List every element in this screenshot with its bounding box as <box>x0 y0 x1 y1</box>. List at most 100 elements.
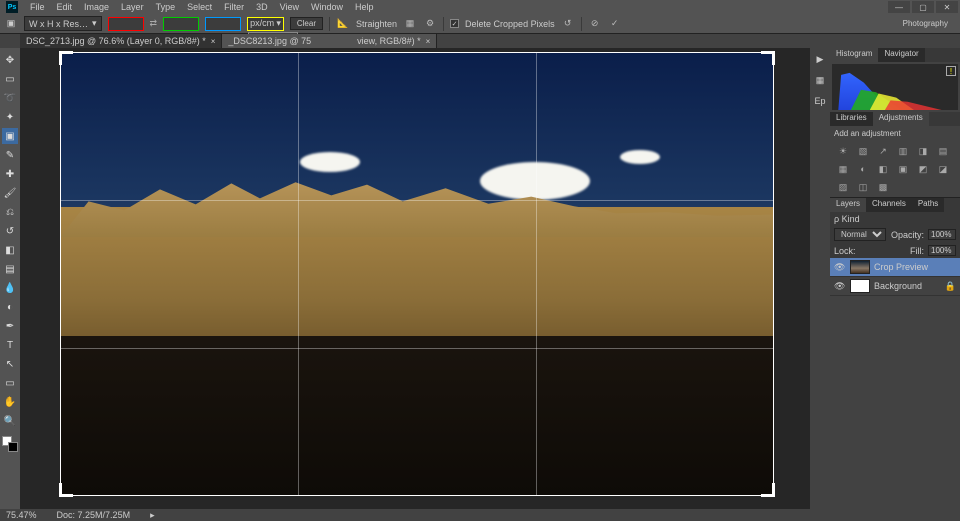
menu-filter[interactable]: Filter <box>224 2 244 12</box>
magic-wand-tool[interactable]: ✦ <box>2 109 18 125</box>
document-tab-1[interactable]: DSC_2713.jpg @ 76.6% (Layer 0, RGB/8#) *… <box>20 34 222 48</box>
adj-exposure-icon[interactable]: ▥ <box>896 145 910 157</box>
adj-posterize-icon[interactable]: ▨ <box>836 181 850 193</box>
fill-input[interactable] <box>928 245 956 256</box>
type-tool[interactable]: T <box>2 337 18 353</box>
layer-name[interactable]: Background <box>874 281 922 291</box>
histogram-warning-icon[interactable]: ! <box>946 66 956 76</box>
tab-channels[interactable]: Channels <box>866 198 912 212</box>
crop-width-input[interactable] <box>109 18 143 30</box>
straighten-label[interactable]: Straighten <box>356 19 397 29</box>
swap-dimensions-icon[interactable]: ⇄ <box>150 18 158 29</box>
healing-brush-tool[interactable]: ✚ <box>2 166 18 182</box>
hand-tool[interactable]: ✋ <box>2 394 18 410</box>
export-icon[interactable]: Ep <box>814 96 825 106</box>
tab-close-icon[interactable]: × <box>426 37 431 46</box>
document-size[interactable]: Doc: 7.25M/7.25M <box>57 510 131 520</box>
adj-bw-icon[interactable]: ◐ <box>856 163 870 175</box>
menu-layer[interactable]: Layer <box>121 2 144 12</box>
menu-3d[interactable]: 3D <box>256 2 268 12</box>
crop-handle-tr[interactable] <box>761 51 775 65</box>
tab-histogram[interactable]: Histogram <box>830 48 878 62</box>
eraser-tool[interactable]: ◧ <box>2 242 18 258</box>
brush-tool[interactable]: 🖌 <box>2 185 18 201</box>
tab-navigator[interactable]: Navigator <box>878 48 924 62</box>
adj-hue-icon[interactable]: ▤ <box>936 145 950 157</box>
layer-thumbnail[interactable] <box>850 279 870 293</box>
path-selection-tool[interactable]: ↖ <box>2 356 18 372</box>
tab-layers[interactable]: Layers <box>830 198 866 212</box>
window-minimize[interactable]: — <box>888 1 910 13</box>
visibility-icon[interactable]: 👁 <box>834 281 846 292</box>
adj-curves-icon[interactable]: ↗ <box>876 145 890 157</box>
eyedropper-tool[interactable]: ✎ <box>2 147 18 163</box>
crop-handle-br[interactable] <box>761 483 775 497</box>
zoom-level[interactable]: 75.47% <box>6 510 37 520</box>
window-maximize[interactable]: ▢ <box>912 1 934 13</box>
document-tab-2[interactable]: _DSC8213.jpg @ 75view, RGB/8#) *× <box>222 34 437 48</box>
layer-row-background[interactable]: 👁 Background 🔒 <box>830 277 960 296</box>
lasso-tool[interactable]: ➰ <box>2 90 18 106</box>
tab-paths[interactable]: Paths <box>912 198 944 212</box>
delete-cropped-checkbox[interactable]: ✓ <box>450 19 459 28</box>
crop-overlay[interactable] <box>60 52 774 496</box>
layer-row-crop-preview[interactable]: 👁 Crop Preview <box>830 258 960 277</box>
adj-invert-icon[interactable]: ◪ <box>936 163 950 175</box>
crop-handle-tl[interactable] <box>59 51 73 65</box>
actions-icon[interactable]: ▶ <box>817 54 824 65</box>
crop-preset-dropdown[interactable]: W x H x Res…▾ <box>24 16 102 31</box>
adj-vibrance-icon[interactable]: ◨ <box>916 145 930 157</box>
layer-thumbnail[interactable] <box>850 260 870 274</box>
window-close[interactable]: ✕ <box>936 1 958 13</box>
reset-crop-icon[interactable]: ↺ <box>561 17 575 31</box>
cancel-crop-icon[interactable]: ⊘ <box>588 17 602 31</box>
adj-colorlookup-icon[interactable]: ◩ <box>916 163 930 175</box>
history-brush-tool[interactable]: ↺ <box>2 223 18 239</box>
dodge-tool[interactable]: ◐ <box>2 299 18 315</box>
menu-view[interactable]: View <box>280 2 299 12</box>
gradient-tool[interactable]: ▤ <box>2 261 18 277</box>
adj-threshold-icon[interactable]: ◫ <box>856 181 870 193</box>
tab-libraries[interactable]: Libraries <box>830 112 873 126</box>
canvas-area[interactable] <box>20 48 810 509</box>
crop-settings-icon[interactable]: ⚙ <box>423 17 437 31</box>
move-tool[interactable]: ✥ <box>2 52 18 68</box>
status-arrow-icon[interactable]: ▸ <box>150 510 155 521</box>
tab-adjustments[interactable]: Adjustments <box>873 112 929 126</box>
adj-brightness-icon[interactable]: ☀ <box>836 145 850 157</box>
crop-height-input[interactable] <box>164 18 198 30</box>
adj-levels-icon[interactable]: ▧ <box>856 145 870 157</box>
menu-select[interactable]: Select <box>187 2 212 12</box>
menu-type[interactable]: Type <box>156 2 176 12</box>
adj-colorbalance-icon[interactable]: ▦ <box>836 163 850 175</box>
crop-resolution-input[interactable] <box>206 18 240 30</box>
blur-tool[interactable]: 💧 <box>2 280 18 296</box>
crop-tool[interactable]: ▣ <box>2 128 18 144</box>
adj-gradientmap-icon[interactable]: ▩ <box>876 181 890 193</box>
panel-icon[interactable]: ▦ <box>816 75 825 86</box>
visibility-icon[interactable]: 👁 <box>834 262 846 273</box>
commit-crop-icon[interactable]: ✓ <box>608 17 622 31</box>
zoom-tool[interactable]: 🔍 <box>2 413 18 429</box>
menu-edit[interactable]: Edit <box>57 2 73 12</box>
opacity-input[interactable] <box>928 229 956 240</box>
menu-window[interactable]: Window <box>311 2 343 12</box>
clone-stamp-tool[interactable]: ⎌ <box>2 204 18 220</box>
blend-mode-dropdown[interactable]: Normal <box>834 228 886 241</box>
adj-channelmixer-icon[interactable]: ▣ <box>896 163 910 175</box>
workspace-switcher[interactable]: Photography <box>903 19 956 28</box>
overlay-options-icon[interactable]: ▦ <box>403 17 417 31</box>
marquee-tool[interactable]: ▭ <box>2 71 18 87</box>
layer-name[interactable]: Crop Preview <box>874 262 928 272</box>
tab-close-icon[interactable]: × <box>211 37 216 46</box>
straighten-icon[interactable]: 📐 <box>336 17 350 31</box>
adj-photofilter-icon[interactable]: ◧ <box>876 163 890 175</box>
shape-tool[interactable]: ▭ <box>2 375 18 391</box>
crop-handle-bl[interactable] <box>59 483 73 497</box>
pen-tool[interactable]: ✒ <box>2 318 18 334</box>
clear-button[interactable]: Clear <box>290 17 323 30</box>
color-swatches[interactable] <box>2 436 18 452</box>
resolution-unit-dropdown[interactable]: px/cm ▾ px/in px/cm <box>247 17 284 31</box>
crop-border[interactable] <box>60 52 774 496</box>
menu-file[interactable]: File <box>30 2 45 12</box>
